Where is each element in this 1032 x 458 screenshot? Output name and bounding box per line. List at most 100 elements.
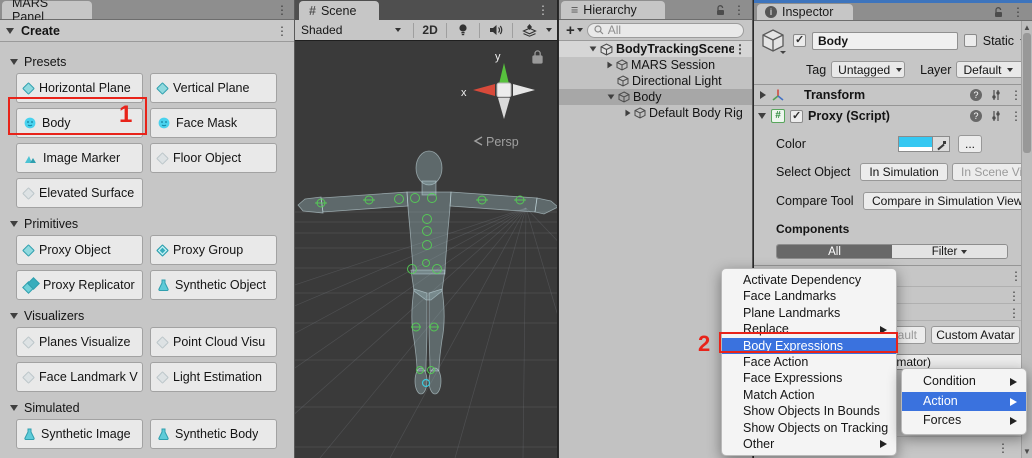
create-menu-icon[interactable] — [276, 25, 288, 37]
lock-icon[interactable] — [993, 6, 1004, 18]
scene-effects-icon[interactable] — [517, 21, 541, 40]
in-scene-view-button[interactable]: In Scene View — [952, 163, 1032, 181]
submenu-item-condition[interactable]: Condition — [902, 372, 1026, 392]
primitive-proxy-replicator-button[interactable]: Proxy Replicator — [16, 270, 143, 300]
section-primitives[interactable]: Primitives — [10, 214, 294, 233]
visualizer-light-estimation-button[interactable]: Light Estimation — [150, 362, 277, 392]
inspector-tabstrip: i Inspector — [754, 3, 1032, 21]
help-icon[interactable]: ? — [970, 110, 982, 122]
hierarchy-row-directional-light[interactable]: Directional Light — [559, 73, 752, 89]
tag-dropdown[interactable]: Untagged — [831, 61, 905, 78]
row-menu-icon[interactable] — [1008, 290, 1020, 302]
color-more-button[interactable]: ... — [958, 135, 982, 153]
scrollbar-thumb[interactable] — [1023, 33, 1031, 153]
menu-item-other[interactable]: Other — [722, 436, 896, 452]
hierarchy-row-default-body-rig[interactable]: Default Body Rig — [559, 105, 752, 121]
menu-item-replace[interactable]: Replace — [722, 321, 896, 337]
mars-create-header[interactable]: Create — [0, 20, 294, 42]
chevron-down-icon — [10, 221, 18, 227]
add-object-button[interactable]: + — [563, 22, 583, 39]
help-icon[interactable]: ? — [970, 89, 982, 101]
hierarchy-row-scene[interactable]: BodyTrackingScene — [559, 41, 752, 57]
hierarchy-row-body[interactable]: Body — [559, 89, 752, 105]
gizmo-center[interactable] — [497, 83, 511, 97]
presets-icon[interactable] — [990, 110, 1002, 122]
simulated-synthetic-image-button[interactable]: Synthetic Image — [16, 419, 143, 449]
preset-floor-object-button[interactable]: Floor Object — [150, 143, 277, 173]
tab-all[interactable]: All — [777, 245, 892, 258]
2d-toggle-button[interactable]: 2D — [418, 21, 442, 40]
tab-scene[interactable]: # Scene — [299, 1, 379, 20]
visualizer-face-landmark-button[interactable]: Face Landmark V — [16, 362, 143, 392]
menu-item-show-objects-in-bounds[interactable]: Show Objects In Bounds — [722, 403, 896, 419]
menu-item-match-action[interactable]: Match Action — [722, 387, 896, 403]
lock-icon[interactable] — [715, 4, 726, 16]
proxy-enabled-checkbox[interactable] — [790, 110, 803, 123]
compare-button[interactable]: Compare in Simulation View — [863, 192, 1032, 210]
preset-face-mask-button[interactable]: Face Mask — [150, 108, 277, 138]
scene-viewport[interactable]: y x Persp — [295, 41, 558, 458]
section-visualizers[interactable]: Visualizers — [10, 306, 294, 325]
submenu-item-action[interactable]: Action — [902, 392, 1026, 412]
static-checkbox[interactable] — [964, 34, 977, 47]
proxy-script-label: Proxy (Script) — [808, 109, 890, 123]
replicator-icon — [24, 279, 37, 292]
row-menu-icon[interactable] — [997, 442, 1009, 454]
primitive-proxy-group-button[interactable]: Proxy Group — [150, 235, 277, 265]
custom-avatar-button[interactable]: Custom Avatar — [931, 326, 1020, 344]
group-diamond-icon — [156, 244, 169, 257]
effects-dropdown-icon[interactable] — [541, 21, 557, 40]
presets-icon[interactable] — [990, 89, 1002, 101]
menu-item-show-objects-on-tracking[interactable]: Show Objects on Tracking — [722, 420, 896, 436]
transform-component-header[interactable]: Transform ? — [754, 84, 1032, 105]
color-swatch[interactable] — [899, 137, 932, 151]
gameobject-name-field[interactable]: Body — [812, 32, 958, 50]
preset-horizontal-plane-button[interactable]: Horizontal Plane — [16, 73, 143, 103]
section-presets[interactable]: Presets — [10, 52, 294, 71]
mars-panel-menu-icon[interactable] — [276, 4, 288, 16]
gameobject-cube-icon[interactable] — [760, 27, 787, 54]
proxy-script-component-header[interactable]: # Proxy (Script) ? — [754, 105, 1032, 126]
eyedropper-icon[interactable] — [932, 137, 949, 151]
preset-elevated-surface-button[interactable]: Elevated Surface — [16, 178, 143, 208]
tab-hierarchy[interactable]: ≡ Hierarchy — [561, 1, 665, 19]
menu-item-body-expressions[interactable]: Body Expressions — [722, 338, 896, 354]
submenu-arrow-icon — [1010, 378, 1017, 386]
menu-item-face-action[interactable]: Face Action — [722, 354, 896, 370]
simulated-synthetic-body-button[interactable]: Synthetic Body — [150, 419, 277, 449]
in-simulation-button[interactable]: In Simulation — [860, 163, 948, 181]
row-menu-icon[interactable] — [1008, 307, 1020, 319]
hierarchy-row-mars-session[interactable]: MARS Session — [559, 57, 752, 73]
primitive-proxy-object-button[interactable]: Proxy Object — [16, 235, 143, 265]
section-simulated[interactable]: Simulated — [10, 398, 294, 417]
tab-filter[interactable]: Filter — [892, 245, 1007, 258]
primitive-synthetic-object-button[interactable]: Synthetic Object — [150, 270, 277, 300]
tab-inspector[interactable]: i Inspector — [757, 4, 853, 20]
color-field[interactable] — [898, 136, 950, 152]
cube-icon — [616, 59, 628, 71]
scene-row-menu-icon[interactable] — [734, 43, 746, 55]
menu-item-activate-dependency[interactable]: Activate Dependency — [722, 272, 896, 288]
draw-mode-label: Shaded — [301, 23, 342, 37]
scroll-down-icon[interactable]: ▼ — [1022, 447, 1032, 456]
transform-icon — [771, 88, 785, 102]
visualizer-point-cloud-button[interactable]: Point Cloud Visu — [150, 327, 277, 357]
active-checkbox[interactable] — [793, 34, 806, 47]
submenu-item-forces[interactable]: Forces — [902, 411, 1026, 431]
preset-image-marker-button[interactable]: Image Marker — [16, 143, 143, 173]
menu-item-face-expressions[interactable]: Face Expressions — [722, 370, 896, 386]
hierarchy-search-input[interactable]: All — [587, 23, 744, 38]
inspector-menu-icon[interactable] — [1012, 6, 1024, 18]
scene-lighting-icon[interactable] — [451, 21, 475, 40]
menu-item-plane-landmarks[interactable]: Plane Landmarks — [722, 305, 896, 321]
draw-mode-dropdown[interactable]: Shaded — [295, 23, 409, 37]
scene-audio-icon[interactable] — [484, 21, 508, 40]
scene-panel-menu-icon[interactable] — [537, 4, 549, 16]
scroll-up-icon[interactable]: ▲ — [1022, 23, 1032, 32]
visualizer-planes-button[interactable]: Planes Visualize — [16, 327, 143, 357]
preset-vertical-plane-button[interactable]: Vertical Plane — [150, 73, 277, 103]
tab-mars-panel[interactable]: MARS Panel — [2, 1, 92, 19]
layer-dropdown[interactable]: Default — [956, 61, 1024, 78]
menu-item-face-landmarks[interactable]: Face Landmarks — [722, 288, 896, 304]
hierarchy-menu-icon[interactable] — [733, 4, 745, 16]
